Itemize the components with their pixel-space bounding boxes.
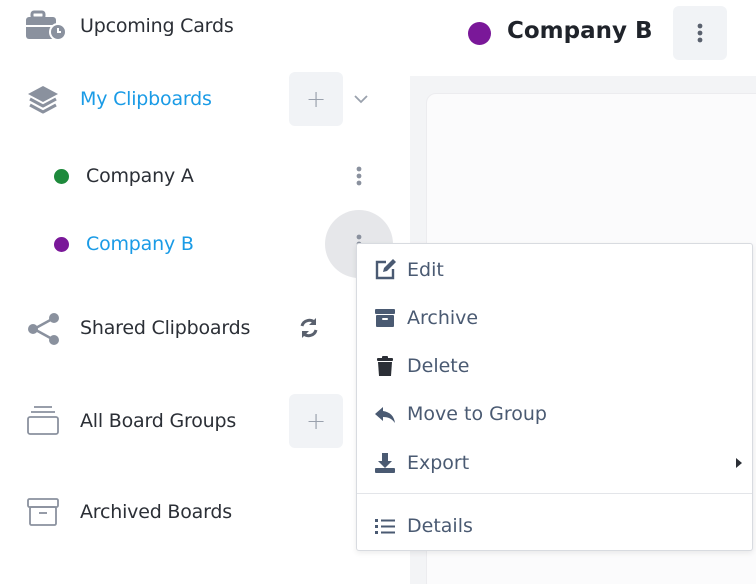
add-board-group-button[interactable]: + xyxy=(289,394,343,448)
menu-item-label: Details xyxy=(407,515,473,537)
board-color-dot xyxy=(54,237,69,252)
list-icon xyxy=(373,514,397,538)
menu-item-export[interactable]: Export xyxy=(357,441,752,485)
sidebar-item-company-a[interactable]: Company A xyxy=(0,160,410,192)
menu-item-label: Archive xyxy=(407,307,479,329)
archive-box-icon xyxy=(373,306,397,330)
board-more-button[interactable] xyxy=(673,6,727,60)
menu-item-label: Export xyxy=(407,452,470,474)
menu-item-details[interactable]: Details xyxy=(357,504,752,548)
sidebar-item-label: Archived Boards xyxy=(80,501,232,523)
briefcase-clock-icon xyxy=(26,10,66,42)
add-clipboard-button[interactable]: + xyxy=(289,72,343,126)
edit-icon xyxy=(373,258,397,282)
menu-item-label: Delete xyxy=(407,355,470,377)
sidebar-item-all-board-groups[interactable]: All Board Groups + xyxy=(0,394,410,448)
share-icon xyxy=(26,312,60,346)
menu-item-label: Move to Group xyxy=(407,403,547,425)
sidebar: Upcoming Cards My Clipboards + Company A xyxy=(0,0,410,584)
sidebar-item-archived-boards[interactable]: Archived Boards xyxy=(0,494,410,530)
sidebar-item-label: Upcoming Cards xyxy=(80,15,234,37)
trash-icon xyxy=(373,354,397,378)
sidebar-item-label: Shared Clipboards xyxy=(80,317,251,339)
board-title: Company B xyxy=(507,18,653,44)
menu-item-label: Edit xyxy=(407,259,444,281)
chevron-down-icon[interactable] xyxy=(353,92,369,106)
sidebar-item-label: Company B xyxy=(86,233,194,255)
layers-icon xyxy=(26,84,60,114)
refresh-icon[interactable] xyxy=(298,317,320,339)
board-color-dot xyxy=(54,169,69,184)
sidebar-item-label: My Clipboards xyxy=(80,88,212,110)
menu-item-edit[interactable]: Edit xyxy=(357,248,752,292)
sidebar-item-label: Company A xyxy=(86,165,194,187)
board-color-dot xyxy=(468,22,491,45)
archive-icon xyxy=(26,496,60,528)
sidebar-item-my-clipboards[interactable]: My Clipboards + xyxy=(0,72,410,126)
board-header: Company B xyxy=(410,0,756,76)
menu-divider xyxy=(357,493,752,494)
menu-item-delete[interactable]: Delete xyxy=(357,344,752,388)
menu-item-move-to-group[interactable]: Move to Group xyxy=(357,392,752,436)
more-vertical-icon[interactable] xyxy=(352,164,366,188)
plus-icon: + xyxy=(305,85,327,113)
reply-arrow-icon xyxy=(373,402,397,426)
more-vertical-icon xyxy=(693,21,707,45)
menu-item-archive[interactable]: Archive xyxy=(357,296,752,340)
caret-right-icon xyxy=(735,457,743,469)
sidebar-item-shared-clipboards[interactable]: Shared Clipboards xyxy=(0,310,410,346)
stacked-boards-icon xyxy=(26,404,60,436)
download-icon xyxy=(373,451,397,475)
plus-icon: + xyxy=(305,407,327,435)
sidebar-item-label: All Board Groups xyxy=(80,410,237,432)
sidebar-item-upcoming-cards[interactable]: Upcoming Cards xyxy=(0,8,410,44)
board-context-menu: Edit Archive Delete Move to Group Export… xyxy=(356,243,753,551)
